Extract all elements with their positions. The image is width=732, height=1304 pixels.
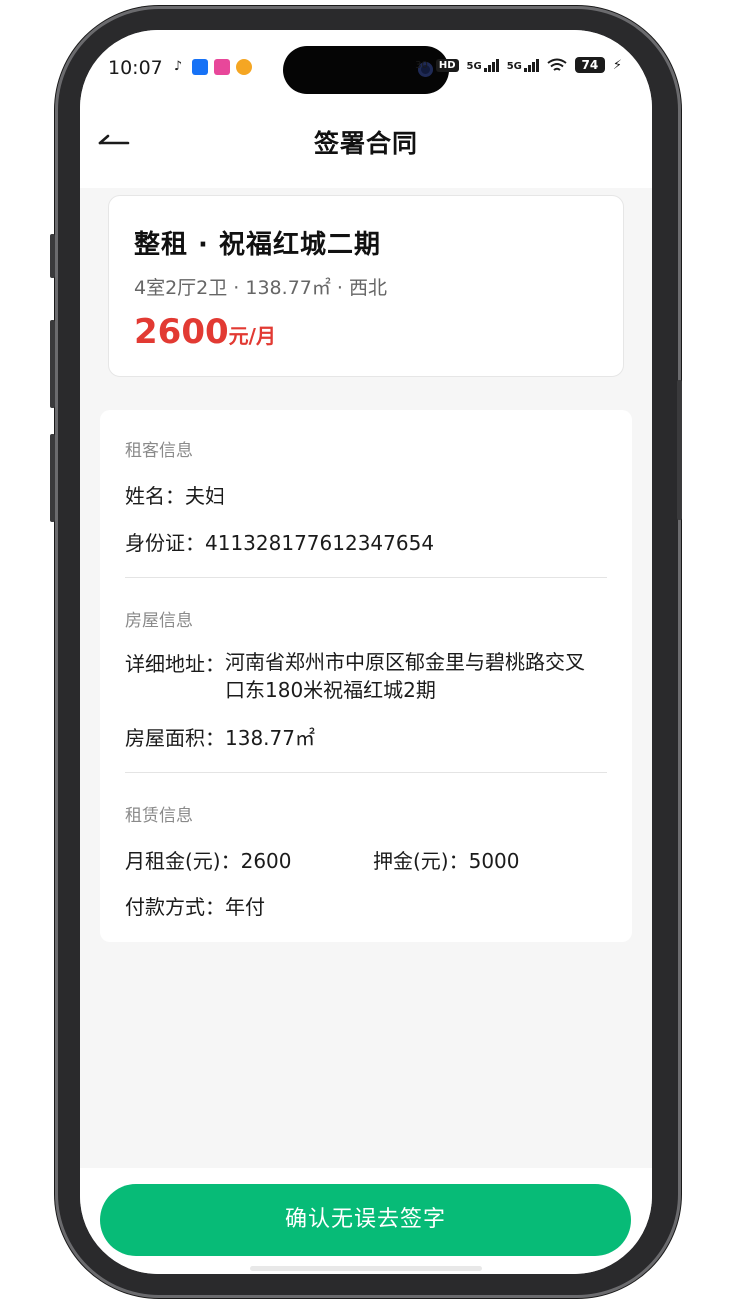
wifi-icon (547, 58, 567, 71)
notification-icons: ♪ (170, 59, 252, 75)
lease-section-label: 租赁信息 (125, 806, 193, 826)
area-row: 房屋面积：138.77㎡ (125, 722, 315, 751)
page-title: 签署合同 (313, 129, 418, 158)
divider (125, 772, 607, 773)
navigation-bar: 签署合同 (80, 110, 652, 188)
tiktok-icon: ♪ (173, 59, 183, 74)
deposit-row: 押金(元)：5000 (373, 845, 520, 874)
payment-value: 年付 (225, 895, 265, 919)
screen: 10:07 ♪ 30 HD 5G 5G 74 ⚡ 签署合同 整租 · 祝福红城二… (80, 30, 652, 1274)
zhihu-icon (192, 59, 208, 75)
status-indicators: 30 HD 5G 5G 74 ⚡ (415, 57, 622, 73)
taobao-icon (214, 59, 230, 75)
signal-5g-icon: 5G (467, 58, 499, 72)
signal-5g-icon-2: 5G (507, 58, 539, 72)
tenant-section-label: 租客信息 (125, 441, 193, 461)
house-price: 2600元/月 (134, 312, 276, 352)
action-button (50, 234, 55, 278)
deposit-value: 5000 (468, 849, 520, 873)
tenant-name-row: 姓名：夫妇 (125, 480, 225, 509)
home-indicator (250, 1266, 482, 1271)
status-bar: 10:07 ♪ 30 HD 5G 5G 74 ⚡ (80, 30, 652, 110)
contract-info-card: 租客信息 姓名：夫妇 身份证：411328177612347654 房屋信息 详… (100, 410, 632, 942)
confirm-sign-button[interactable]: 确认无误去签字 (100, 1184, 631, 1256)
price-value: 2600 (134, 312, 229, 352)
deposit-label: 押金(元)： (373, 849, 469, 873)
area-value: 138.77㎡ (225, 726, 315, 750)
hd-icon: HD (435, 58, 459, 72)
volume-up-button (50, 320, 55, 408)
address-label: 详细地址： (125, 652, 225, 676)
network-speed: 30 (415, 59, 428, 71)
address-value: 河南省郑州市中原区郁金里与碧桃路交叉口东180米祝福红城2期 (225, 650, 585, 702)
tenant-name-value: 夫妇 (185, 484, 225, 508)
payment-row: 付款方式：年付 (125, 891, 265, 920)
house-details: 4室2厅2卫 · 138.77㎡ · 西北 (134, 277, 387, 299)
tenant-id-row: 身份证：411328177612347654 (125, 527, 434, 556)
house-title: 整租 · 祝福红城二期 (134, 230, 381, 260)
status-time: 10:07 (108, 57, 163, 79)
tenant-id-label: 身份证： (125, 531, 205, 555)
address-row: 详细地址： 河南省郑州市中原区郁金里与碧桃路交叉口东180米祝福红城2期 (125, 648, 595, 704)
house-summary-card: 整租 · 祝福红城二期 4室2厅2卫 · 138.77㎡ · 西北 2600元/… (108, 195, 624, 377)
power-button (677, 380, 682, 520)
rent-label: 月租金(元)： (125, 849, 241, 873)
area-label: 房屋面积： (125, 726, 225, 750)
price-unit: 元/月 (228, 324, 276, 348)
property-section-label: 房屋信息 (125, 611, 193, 631)
divider (125, 577, 607, 578)
weibo-icon (236, 59, 252, 75)
rent-row: 月租金(元)：2600 (125, 845, 292, 874)
rent-value: 2600 (240, 849, 292, 873)
tenant-name-label: 姓名： (125, 484, 185, 508)
charging-icon: ⚡ (612, 57, 622, 73)
battery-icon: 74 (574, 57, 605, 73)
bottom-action-bar: 确认无误去签字 (80, 1168, 652, 1274)
tenant-id-value: 411328177612347654 (205, 531, 435, 555)
payment-label: 付款方式： (125, 895, 225, 919)
volume-down-button (50, 434, 55, 522)
